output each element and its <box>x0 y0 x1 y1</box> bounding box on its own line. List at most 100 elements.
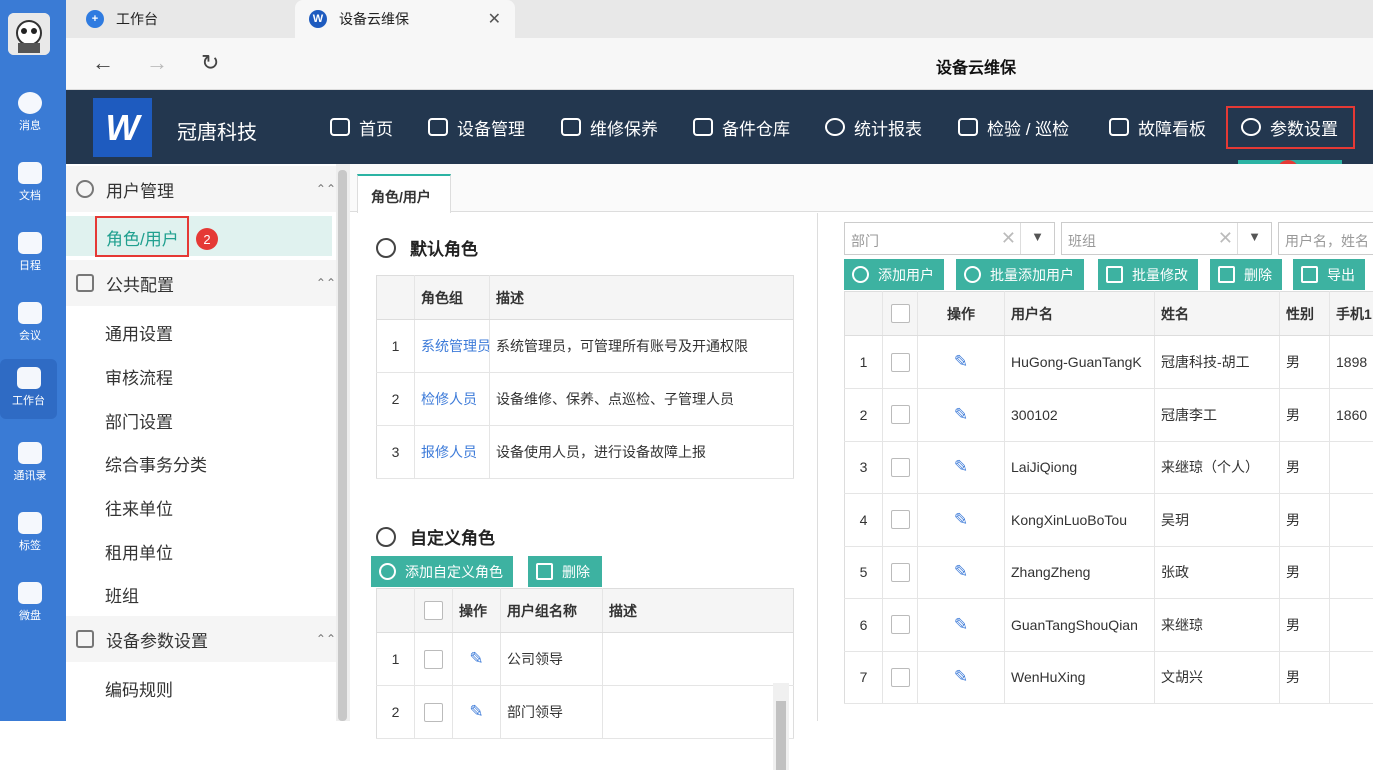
company-name: 冠唐科技 <box>177 116 257 145</box>
table-row: 1✎HuGong-GuanTangK冠唐科技-胡工男1898 <box>845 336 1373 389</box>
row-checkbox[interactable] <box>891 668 910 687</box>
edit-pencil-icon[interactable]: ✎ <box>954 667 968 687</box>
app-dock: 消息 文档 日程 会议 工作台 通讯录 标签 微盘 <box>0 0 66 721</box>
dock-item-meeting[interactable]: 会议 <box>0 294 60 354</box>
dock-item-messages[interactable]: 消息 <box>0 84 60 144</box>
menu-fault-board[interactable]: 故障看板 <box>1109 112 1206 142</box>
department-filter[interactable]: 部门 ✕ ▼ <box>844 222 1055 255</box>
sidebar-item-role-user[interactable]: 角色/用户 <box>95 216 189 257</box>
sidebar-item-teams[interactable]: 班组 <box>105 582 139 607</box>
gender-cell: 男 <box>1280 546 1330 599</box>
app-header: W 冠唐科技 首页 设备管理 维修保养 备件仓库 统计报表 检验 / 巡检 故障… <box>66 90 1373 164</box>
menu-reports[interactable]: 统计报表 <box>825 112 922 142</box>
row-checkbox[interactable] <box>891 563 910 582</box>
sidebar-item-partners[interactable]: 往来单位 <box>105 495 173 520</box>
clear-icon[interactable]: ✕ <box>1218 228 1233 249</box>
chevron-up-icon: ⌃⌃ <box>316 276 336 290</box>
edit-pencil-icon[interactable]: ✎ <box>954 510 968 530</box>
row-checkbox[interactable] <box>891 353 910 372</box>
select-all-checkbox[interactable] <box>891 304 910 323</box>
dock-item-drive[interactable]: 微盘 <box>0 574 60 634</box>
edit-pencil-icon[interactable]: ✎ <box>469 702 483 722</box>
sidebar-scrollbar[interactable] <box>336 164 350 721</box>
row-checkbox[interactable] <box>424 703 443 722</box>
user-circle-icon <box>376 238 396 258</box>
plus-circle-icon <box>379 563 396 580</box>
back-icon[interactable]: ← <box>92 50 114 76</box>
tab-workbench[interactable]: + 工作台 <box>66 0 294 38</box>
delete-user-button[interactable]: 删除 <box>1210 259 1282 290</box>
fullname-cell: 吴玥 <box>1155 494 1280 547</box>
dock-item-calendar[interactable]: 日程 <box>0 224 60 284</box>
sidebar-item-coding-rules[interactable]: 编码规则 <box>105 676 173 701</box>
username-cell: GuanTangShouQian <box>1005 599 1155 652</box>
plus-circle-icon <box>964 266 981 283</box>
custom-roles-scrollbar[interactable] <box>773 683 789 770</box>
role-link[interactable]: 系统管理员 <box>415 320 490 373</box>
menu-spare-parts[interactable]: 备件仓库 <box>693 112 790 142</box>
user-edit-icon <box>376 527 396 547</box>
dock-item-contacts[interactable]: 通讯录 <box>0 434 60 494</box>
add-custom-role-button[interactable]: 添加自定义角色 <box>371 556 513 587</box>
scrollbar-thumb[interactable] <box>338 170 347 721</box>
gender-cell: 男 <box>1280 651 1330 704</box>
row-checkbox[interactable] <box>891 458 910 477</box>
row-checkbox[interactable] <box>891 405 910 424</box>
batch-edit-button[interactable]: 批量修改 <box>1098 259 1198 290</box>
meeting-icon <box>18 302 42 324</box>
content-tabs: 角色/用户 <box>350 164 1373 212</box>
sidebar-group-public[interactable]: 公共配置⌃⌃ <box>66 260 336 306</box>
user-circle-icon <box>76 180 94 198</box>
fullname-cell: 文胡兴 <box>1155 651 1280 704</box>
sidebar-group-users[interactable]: 用户管理⌃⌃ <box>66 166 336 212</box>
row-checkbox[interactable] <box>891 615 910 634</box>
app-logo: W <box>93 98 152 157</box>
edit-pencil-icon[interactable]: ✎ <box>954 457 968 477</box>
batch-add-user-button[interactable]: 批量添加用户 <box>956 259 1084 290</box>
team-filter[interactable]: 班组 ✕ ▼ <box>1061 222 1272 255</box>
phone-cell <box>1330 599 1373 652</box>
edit-pencil-icon[interactable]: ✎ <box>954 615 968 635</box>
sidebar-item-approval-flow[interactable]: 审核流程 <box>105 364 173 389</box>
role-link[interactable]: 检修人员 <box>415 373 490 426</box>
sidebar-item-department[interactable]: 部门设置 <box>105 408 173 433</box>
row-checkbox[interactable] <box>891 510 910 529</box>
row-checkbox[interactable] <box>424 650 443 669</box>
delete-role-button[interactable]: 删除 <box>528 556 602 587</box>
export-button[interactable]: 导出 <box>1293 259 1365 290</box>
tab-device-cloud[interactable]: W 设备云维保 ✕ <box>295 0 515 38</box>
scrollbar-thumb[interactable] <box>776 701 786 770</box>
username-cell: KongXinLuoBoTou <box>1005 494 1155 547</box>
edit-pencil-icon[interactable]: ✎ <box>469 649 483 669</box>
gender-cell: 男 <box>1280 494 1330 547</box>
tab-role-user[interactable]: 角色/用户 <box>357 174 451 213</box>
add-user-button[interactable]: 添加用户 <box>844 259 944 290</box>
chevron-down-icon[interactable]: ▼ <box>1237 223 1271 254</box>
close-icon[interactable]: ✕ <box>488 9 501 29</box>
reload-icon[interactable]: ↻ <box>201 50 219 76</box>
user-search-input[interactable]: 用户名，姓名 <box>1278 222 1373 255</box>
avatar[interactable] <box>8 13 50 55</box>
menu-inspection[interactable]: 检验 / 巡检 <box>958 112 1069 142</box>
edit-pencil-icon[interactable]: ✎ <box>954 562 968 582</box>
table-header-row: 角色组 描述 <box>377 276 794 320</box>
sidebar-item-general-settings[interactable]: 通用设置 <box>105 320 173 345</box>
forward-icon[interactable]: → <box>146 50 168 76</box>
clear-icon[interactable]: ✕ <box>1001 228 1016 249</box>
role-link[interactable]: 报修人员 <box>415 426 490 479</box>
sidebar-item-tenants[interactable]: 租用单位 <box>105 539 173 564</box>
dock-item-docs[interactable]: 文档 <box>0 154 60 214</box>
table-row: 6✎GuanTangShouQian来继琼男 <box>845 599 1373 652</box>
sidebar-item-affairs-category[interactable]: 综合事务分类 <box>105 451 207 476</box>
chevron-down-icon[interactable]: ▼ <box>1020 223 1054 254</box>
menu-home[interactable]: 首页 <box>330 112 393 142</box>
dock-item-tags[interactable]: 标签 <box>0 504 60 564</box>
edit-pencil-icon[interactable]: ✎ <box>954 352 968 372</box>
select-all-checkbox[interactable] <box>424 601 443 620</box>
phone-cell <box>1330 651 1373 704</box>
dock-item-workbench[interactable]: 工作台 <box>0 359 57 419</box>
edit-pencil-icon[interactable]: ✎ <box>954 405 968 425</box>
menu-maintenance[interactable]: 维修保养 <box>561 112 658 142</box>
menu-equipment[interactable]: 设备管理 <box>428 112 525 142</box>
sidebar-group-equipment-params[interactable]: 设备参数设置⌃⌃ <box>66 616 336 662</box>
